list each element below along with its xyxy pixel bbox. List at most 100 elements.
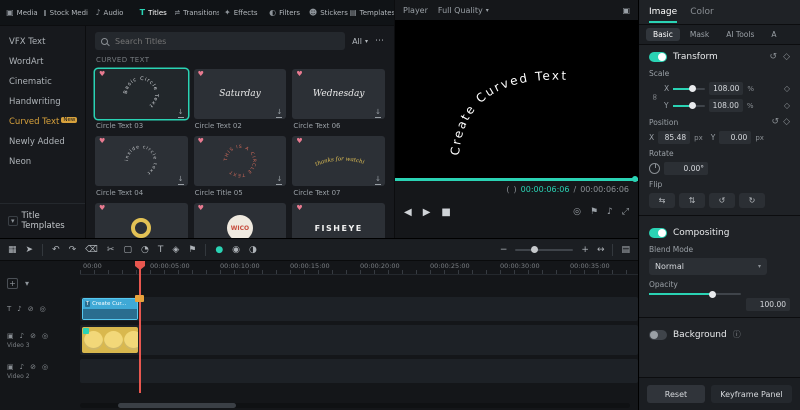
title-card-circle-title-05[interactable]: ♥ THIS IS A CIRCLE TEXT ↓ [194,136,287,186]
track-eye-icon[interactable]: ◎ [40,305,46,313]
toolbox-icon[interactable]: ▦ [8,245,17,255]
timeline-ruler[interactable]: 00:00 00:00:05:00 00:00:10:00 00:00:15:0… [80,261,638,275]
rotate-value[interactable]: 0.00° [664,162,708,175]
tab-media[interactable]: ▣Media [0,0,44,25]
timeline-zoom-slider[interactable] [515,249,573,251]
mute-icon[interactable]: ♪ [607,207,613,217]
chevron-down-icon[interactable]: ▾ [25,279,29,288]
quality-dropdown[interactable]: Full Quality ▾ [438,6,489,15]
blend-mode-select[interactable]: Normal ▾ [649,258,767,275]
compositing-toggle[interactable] [649,228,667,238]
track-lane[interactable]: T Create Cur... [80,297,638,321]
info-icon[interactable]: ⓘ [733,329,741,340]
redo-icon[interactable]: ↷ [69,245,77,255]
search-input[interactable] [113,36,339,47]
rotate-dial[interactable] [649,163,660,174]
title-templates-toggle[interactable]: ▾ Title Templates [0,203,85,238]
title-card-partial-2[interactable]: ♥ WICO [194,203,287,238]
mark-out-icon[interactable]: ) [514,185,517,194]
tab-image[interactable]: Image [649,7,677,23]
sidebar-item-neon[interactable]: Neon [0,152,85,172]
title-clip[interactable]: T Create Cur... [82,298,138,320]
favorite-icon[interactable]: ♥ [296,205,302,212]
download-icon[interactable]: ↓ [375,176,381,185]
flip-horizontal-button[interactable]: ⇆ [649,193,675,208]
opacity-value[interactable]: 100.00 [746,298,790,311]
favorite-icon[interactable]: ♥ [296,138,302,145]
scale-y-slider[interactable] [673,105,705,107]
chroma-key-icon[interactable]: ◑ [249,245,257,255]
track-lock-icon[interactable]: ⊘ [30,363,36,371]
title-card-circle-text-02[interactable]: ♥ Saturday ↓ [194,69,287,119]
marker-tool-icon[interactable]: ⚑ [188,245,196,255]
scale-x-slider[interactable] [673,88,705,90]
reset-icon[interactable]: ↺ [772,117,780,127]
subtab-basic[interactable]: Basic [646,28,680,41]
position-y-value[interactable]: 0.00 [719,131,751,144]
title-card-circle-text-06[interactable]: ♥ Wednesday ↓ [292,69,385,119]
reset-icon[interactable]: ↺ [770,52,778,62]
detach-player-icon[interactable]: ▣ [622,6,630,15]
tab-filters[interactable]: ◐Filters [263,0,307,25]
position-x-value[interactable]: 85.48 [658,131,690,144]
scrollbar-thumb[interactable] [118,403,236,408]
download-icon[interactable]: ↓ [375,109,381,118]
stop-button[interactable]: ■ [441,207,450,218]
track-lock-icon[interactable]: ⊘ [30,332,36,340]
subtab-mask[interactable]: Mask [683,28,716,41]
track-lock-icon[interactable]: ⊘ [28,305,34,313]
play-button[interactable]: ▶ [423,207,431,218]
favorite-icon[interactable]: ♥ [296,71,302,78]
tab-templates[interactable]: ▤Templates [350,0,394,25]
sidebar-item-newly-added[interactable]: Newly Added [0,132,85,152]
sidebar-item-wordart[interactable]: WordArt [0,52,85,72]
title-card-circle-text-07[interactable]: ♥ thanks for watching ↓ [292,136,385,186]
subtab-ai-tools[interactable]: AI Tools [719,28,761,41]
download-icon[interactable]: ↓ [276,176,282,185]
favorite-icon[interactable]: ♥ [198,71,204,78]
download-icon[interactable]: ↓ [178,176,184,185]
sidebar-item-handwriting[interactable]: Handwriting [0,92,85,112]
snapshot-icon[interactable]: ◎ [573,207,581,217]
zoom-out-icon[interactable]: − [500,245,508,255]
zoom-in-icon[interactable]: + [581,245,589,255]
text-tool-icon[interactable]: T [158,245,164,255]
link-scale-icon[interactable]: ∞ [649,92,659,102]
transform-toggle[interactable] [649,52,667,62]
track-lane[interactable] [80,359,638,383]
marker-icon[interactable]: ⚑ [590,207,598,217]
tab-titles[interactable]: TTitles [131,0,175,25]
mark-in-icon[interactable]: ( [506,185,509,194]
keyframe-icon[interactable]: ◇ [783,52,790,62]
keyframe-icon[interactable]: ◇ [784,101,790,110]
tab-color[interactable]: Color [690,7,714,23]
scale-y-value[interactable]: 108.00 [709,99,743,112]
sidebar-item-vfx-text[interactable]: VFX Text [0,32,85,52]
timeline-settings-icon[interactable]: ▤ [621,245,630,255]
filter-dropdown[interactable]: All ▾ [352,37,368,46]
more-options-icon[interactable]: ⋯ [375,36,385,46]
keyframe-icon[interactable]: ◇ [783,117,790,127]
playhead-line[interactable] [139,261,141,393]
reset-button[interactable]: Reset [647,385,705,403]
rotate-ccw-button[interactable]: ↺ [709,193,735,208]
title-card-partial-3[interactable]: ♥ FISHEYE [292,203,385,238]
download-icon[interactable]: ↓ [276,109,282,118]
timeline-hscrollbar[interactable] [80,403,630,408]
tab-stickers[interactable]: ☻Stickers [306,0,350,25]
favorite-icon[interactable]: ♥ [198,138,204,145]
track-eye-icon[interactable]: ◎ [42,363,48,371]
keyframe-add-icon[interactable]: ◈ [172,245,179,255]
track-mute-icon[interactable]: ♪ [20,332,24,340]
track-lane[interactable] [80,325,638,355]
speed-icon[interactable]: ◔ [141,245,149,255]
track-mute-icon[interactable]: ♪ [20,363,24,371]
download-icon[interactable]: ↓ [178,109,184,118]
record-icon[interactable]: ● [215,245,223,255]
title-card-circle-text-03[interactable]: ♥ Basic Circle Text ↓ [95,69,188,119]
favorite-icon[interactable]: ♥ [99,205,105,212]
pointer-tool-icon[interactable]: ➤ [26,245,34,255]
track-eye-icon[interactable]: ◎ [42,332,48,340]
tab-stock-media[interactable]: ▦Stock Media [44,0,88,25]
crop-icon[interactable]: ▢ [123,245,132,255]
